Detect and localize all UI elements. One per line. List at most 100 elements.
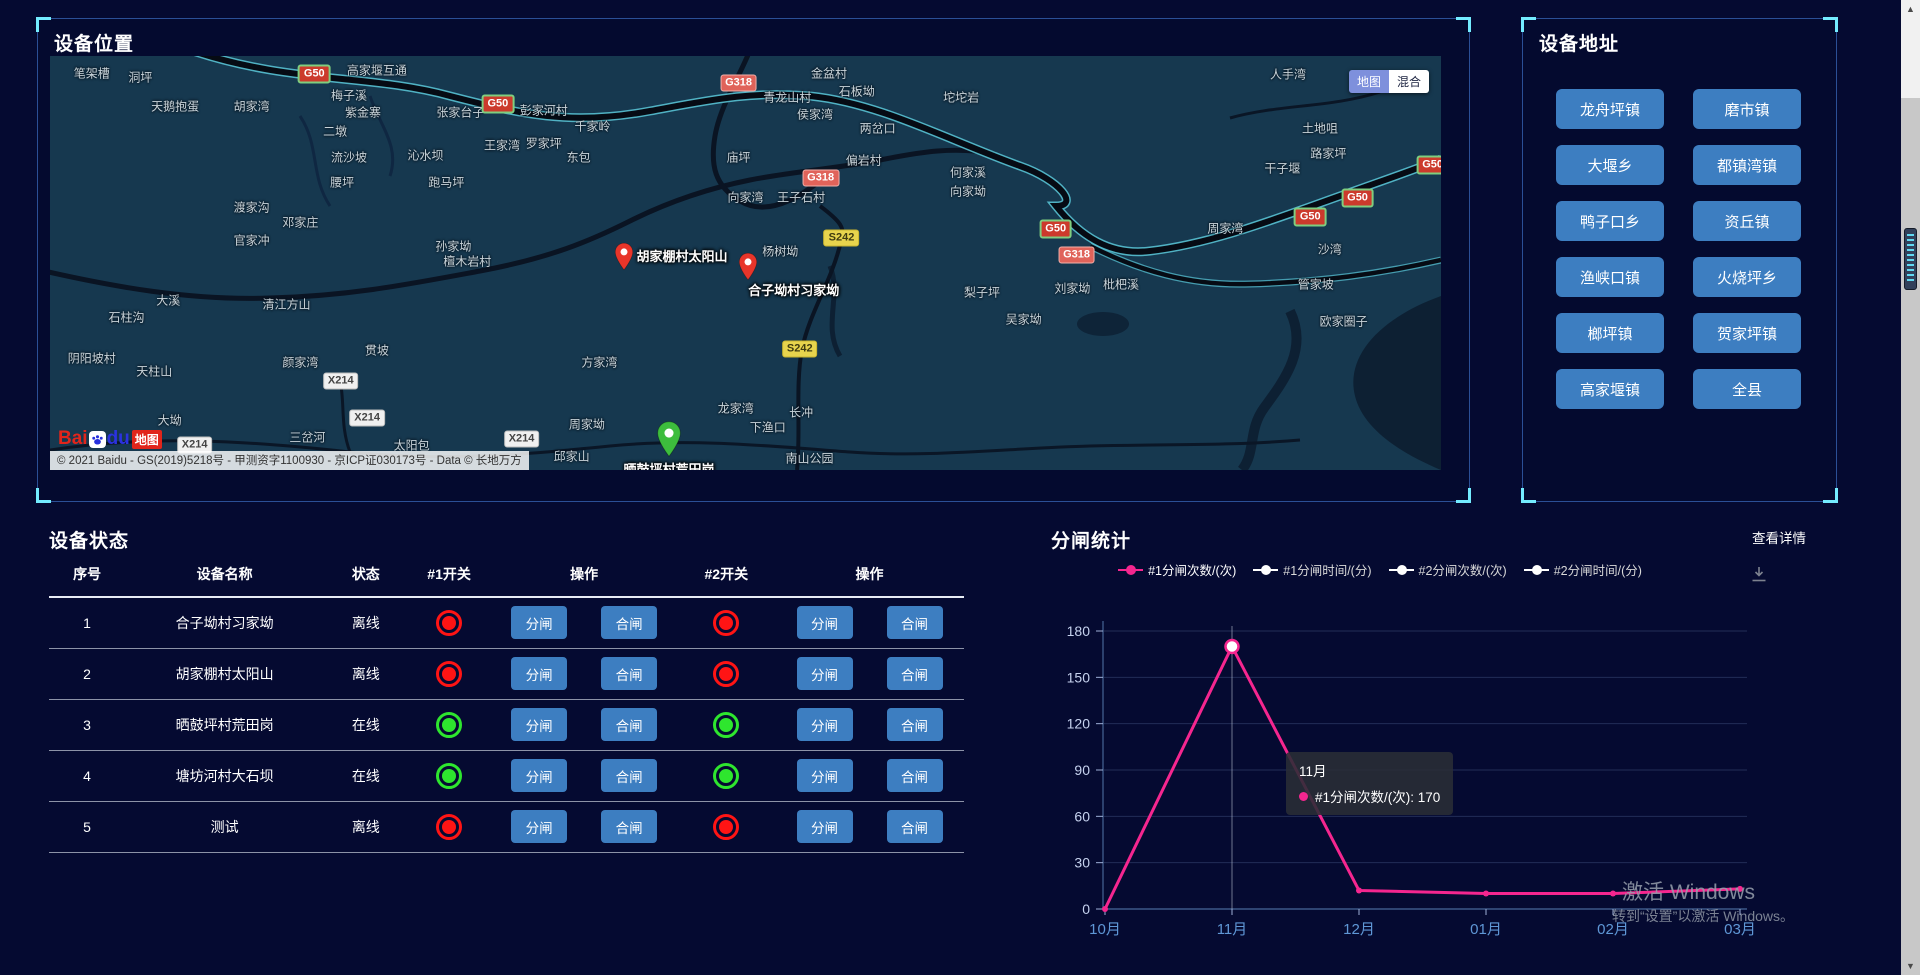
map-type-button-地图[interactable]: 地图 — [1349, 70, 1389, 93]
table-row: 1合子坳村习家坳离线分闸合闸分闸合闸 — [49, 597, 964, 648]
legend-marker-icon — [1253, 565, 1278, 575]
svg-text:90: 90 — [1074, 762, 1090, 778]
device-marker-合子坳村习家坳[interactable]: 合子坳村习家坳 — [738, 252, 758, 286]
device-location-title: 设备位置 — [54, 29, 134, 56]
map-place-label: 何家溪 — [950, 163, 986, 180]
map-type-button-混合[interactable]: 混合 — [1389, 70, 1429, 93]
close-button-sw1[interactable]: 合闸 — [601, 606, 657, 639]
map-place-label: 人手湾 — [1270, 65, 1306, 82]
close-button-sw2[interactable]: 合闸 — [887, 708, 943, 741]
map-place-label: 石柱沟 — [108, 308, 144, 325]
road-shield-G318: G318 — [802, 170, 839, 187]
trip-button-sw2[interactable]: 分闸 — [797, 759, 853, 792]
switch-indicator-red — [436, 610, 462, 636]
map-place-label: 东包 — [567, 149, 591, 166]
device-status-table: 序号设备名称状态#1开关操作#2开关操作 1合子坳村习家坳离线分闸合闸分闸合闸2… — [49, 556, 964, 853]
device-status-cell: 在线 — [324, 699, 407, 750]
scrollbar-track-top[interactable] — [1901, 0, 1920, 98]
legend-item-#2分闸时间/(分)[interactable]: #2分闸时间/(分) — [1524, 560, 1642, 579]
address-button-磨市镇[interactable]: 磨市镇 — [1693, 89, 1801, 129]
address-button-贺家坪镇[interactable]: 贺家坪镇 — [1693, 313, 1801, 353]
legend-label: #2分闸时间/(分) — [1554, 560, 1642, 579]
map-place-label: 梅子溪 — [331, 87, 367, 104]
device-status-cell: 离线 — [324, 801, 407, 852]
trip-button-sw2[interactable]: 分闸 — [797, 810, 853, 843]
map-place-label: 三岔河 — [289, 428, 325, 445]
close-button-sw2[interactable]: 合闸 — [887, 810, 943, 843]
trip-button-sw2[interactable]: 分闸 — [797, 708, 853, 741]
map-place-label: 两岔口 — [860, 120, 896, 137]
baidu-map-badge: 地图 — [132, 430, 162, 449]
scroll-up-icon[interactable]: ▲ — [1901, 4, 1920, 14]
device-name-cell: 合子坳村习家坳 — [125, 597, 324, 648]
close-button-sw2[interactable]: 合闸 — [887, 657, 943, 690]
address-button-资丘镇[interactable]: 资丘镇 — [1693, 201, 1801, 241]
map-place-label: 土地咀 — [1302, 120, 1338, 137]
close-button-sw1[interactable]: 合闸 — [601, 759, 657, 792]
corner-decoration — [1823, 17, 1838, 32]
address-button-高家堰镇[interactable]: 高家堰镇 — [1556, 369, 1664, 409]
device-address-title: 设备地址 — [1539, 29, 1619, 56]
trip-button-sw2[interactable]: 分闸 — [797, 606, 853, 639]
switch-indicator-green — [436, 712, 462, 738]
scrollbar-thumb[interactable] — [1904, 228, 1917, 290]
table-row: 5测试离线分闸合闸分闸合闸 — [49, 801, 964, 852]
map-place-label: 檀木岩村 — [443, 252, 491, 269]
map-place-label: 邱家山 — [554, 447, 590, 464]
page-scrollbar[interactable]: ▲ ▼ — [1901, 0, 1920, 975]
address-button-全县[interactable]: 全县 — [1693, 369, 1801, 409]
switch2-indicator-cell — [678, 801, 775, 852]
table-column-header: #1开关 — [407, 556, 490, 597]
legend-item-#1分闸次数/(次)[interactable]: #1分闸次数/(次) — [1118, 560, 1236, 579]
map-place-label: 周家湾 — [1207, 219, 1243, 236]
legend-item-#1分闸时间/(分)[interactable]: #1分闸时间/(分) — [1253, 560, 1371, 579]
baidu-map-canvas[interactable]: 笔架槽洞坪天鹅抱蛋胡家湾高家堰互通梅子溪紫金寨二墩流沙坡沁水坝张家台子彭家河村千… — [50, 56, 1441, 470]
switch1-actions-cell: 分闸 合闸 — [491, 801, 678, 852]
map-place-label: 阴阳坡村 — [68, 350, 116, 367]
address-button-火烧坪乡[interactable]: 火烧坪乡 — [1693, 257, 1801, 297]
close-button-sw1[interactable]: 合闸 — [601, 708, 657, 741]
legend-item-#2分闸次数/(次)[interactable]: #2分闸次数/(次) — [1389, 560, 1507, 579]
trip-button-sw1[interactable]: 分闸 — [511, 759, 567, 792]
trip-button-sw1[interactable]: 分闸 — [511, 606, 567, 639]
address-button-都镇湾镇[interactable]: 都镇湾镇 — [1693, 145, 1801, 185]
map-place-label: 大溪 — [156, 292, 180, 309]
address-button-鸭子口乡[interactable]: 鸭子口乡 — [1556, 201, 1664, 241]
map-place-label: 石板坳 — [839, 83, 875, 100]
close-button-sw1[interactable]: 合闸 — [601, 657, 657, 690]
trip-button-sw1[interactable]: 分闸 — [511, 708, 567, 741]
corner-decoration — [1521, 17, 1536, 32]
windows-activation-watermark: 激活 Windows — [1622, 876, 1755, 906]
table-column-header: 操作 — [775, 556, 964, 597]
download-icon[interactable] — [1750, 565, 1768, 588]
switch-indicator-red — [713, 610, 739, 636]
address-button-渔峡口镇[interactable]: 渔峡口镇 — [1556, 257, 1664, 297]
close-button-sw2[interactable]: 合闸 — [887, 606, 943, 639]
map-place-label: 罗家坪 — [526, 134, 562, 151]
corner-decoration — [36, 17, 51, 32]
device-marker-晒鼓坪村荒田岗[interactable]: 晒鼓坪村荒田岗 — [656, 420, 682, 463]
row-number-cell: 3 — [49, 699, 125, 750]
scroll-down-icon[interactable]: ▼ — [1901, 961, 1920, 971]
trip-button-sw1[interactable]: 分闸 — [511, 657, 567, 690]
baidu-maps-logo[interactable]: Bai du 地图 — [58, 428, 162, 450]
device-name-cell: 胡家棚村太阳山 — [125, 648, 324, 699]
map-place-label: 颜家湾 — [282, 354, 318, 371]
close-button-sw2[interactable]: 合闸 — [887, 759, 943, 792]
trip-button-sw2[interactable]: 分闸 — [797, 657, 853, 690]
view-details-link[interactable]: 查看详情 — [1752, 527, 1806, 547]
address-button-grid: 龙舟坪镇磨市镇大堰乡都镇湾镇鸭子口乡资丘镇渔峡口镇火烧坪乡榔坪镇贺家坪镇高家堰镇… — [1556, 89, 1801, 409]
map-place-label: 大坳 — [158, 412, 182, 429]
switch1-indicator-cell — [407, 750, 490, 801]
baidu-logo-text: du — [107, 428, 130, 450]
close-button-sw1[interactable]: 合闸 — [601, 810, 657, 843]
trip-button-sw1[interactable]: 分闸 — [511, 810, 567, 843]
device-name-cell: 塘坊河村大石坝 — [125, 750, 324, 801]
address-button-榔坪镇[interactable]: 榔坪镇 — [1556, 313, 1664, 353]
device-marker-胡家棚村太阳山[interactable]: 胡家棚村太阳山 — [614, 242, 634, 276]
map-place-label: 干子堰 — [1264, 159, 1300, 176]
svg-text:30: 30 — [1074, 855, 1090, 871]
map-place-label: 跑马坪 — [428, 174, 464, 191]
address-button-龙舟坪镇[interactable]: 龙舟坪镇 — [1556, 89, 1664, 129]
address-button-大堰乡[interactable]: 大堰乡 — [1556, 145, 1664, 185]
